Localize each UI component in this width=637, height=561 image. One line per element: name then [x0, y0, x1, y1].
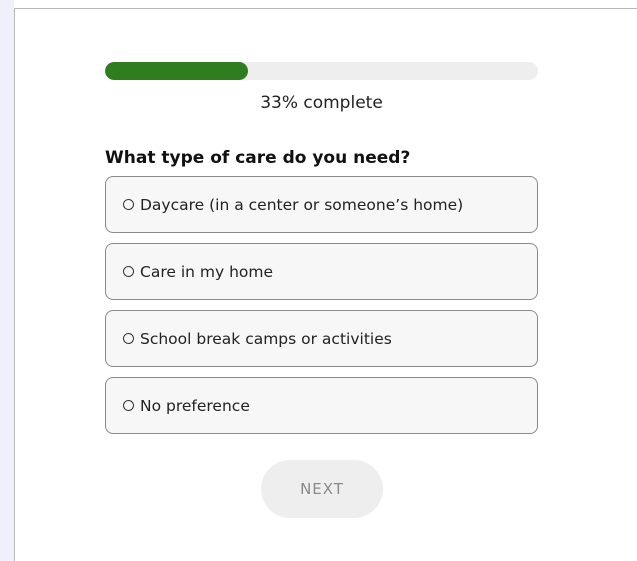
- option-care-in-home[interactable]: Care in my home: [105, 243, 538, 300]
- option-label: Care in my home: [140, 262, 274, 281]
- radio-icon[interactable]: [123, 400, 134, 411]
- progress-label: 33% complete: [260, 93, 383, 113]
- option-label: Daycare (in a center or someone’s home): [140, 195, 464, 214]
- progress-bar-fill: [105, 62, 248, 80]
- radio-icon[interactable]: [123, 333, 134, 344]
- radio-icon[interactable]: [123, 266, 134, 277]
- option-label: No preference: [140, 396, 250, 415]
- page: 33% complete What type of care do you ne…: [0, 0, 637, 561]
- option-label: School break camps or activities: [140, 329, 392, 348]
- progress-bar: [105, 62, 538, 80]
- option-daycare[interactable]: Daycare (in a center or someone’s home): [105, 176, 538, 233]
- next-button[interactable]: NEXT: [261, 460, 383, 518]
- care-type-options: Daycare (in a center or someone’s home) …: [105, 176, 538, 444]
- option-school-break-camps[interactable]: School break camps or activities: [105, 310, 538, 367]
- survey-card: 33% complete What type of care do you ne…: [14, 8, 637, 561]
- option-no-preference[interactable]: No preference: [105, 377, 538, 434]
- question-title: What type of care do you need?: [105, 148, 411, 168]
- radio-icon[interactable]: [123, 199, 134, 210]
